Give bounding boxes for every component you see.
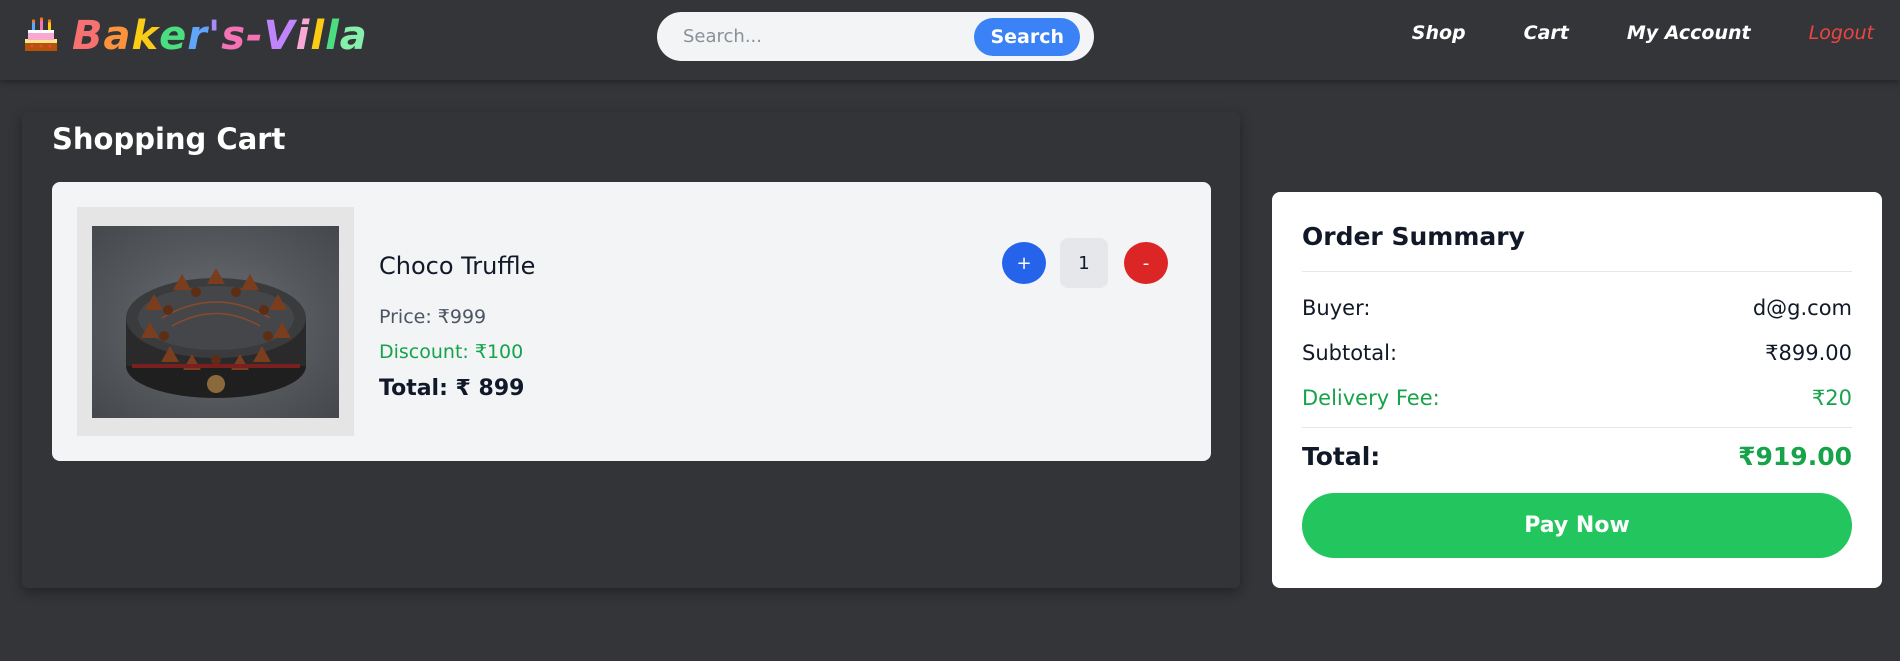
brand-letter: e <box>159 13 188 59</box>
summary-divider <box>1302 271 1852 272</box>
cart-item: Choco Truffle Price: ₹999 Discount: ₹100… <box>52 182 1211 461</box>
item-discount: Discount: ₹100 <box>379 341 524 363</box>
summary-row-subtotal: Subtotal: ₹899.00 <box>1302 341 1852 365</box>
brand-letter: ' <box>207 13 222 59</box>
item-name: Choco Truffle <box>379 252 536 280</box>
nav-link-shop[interactable]: Shop <box>1412 22 1466 44</box>
summary-divider <box>1302 427 1852 428</box>
subtotal-value: ₹899.00 <box>1765 341 1852 365</box>
brand-letter: B <box>72 13 104 59</box>
nav-link-logout[interactable]: Logout <box>1809 22 1874 44</box>
brand-letter: - <box>246 13 264 59</box>
total-label: Total: <box>1302 442 1381 471</box>
quantity-value: 1 <box>1060 238 1108 288</box>
summary-row-total: Total: ₹919.00 <box>1302 442 1852 471</box>
chocolate-cake-image <box>126 268 306 398</box>
nav-link-cart[interactable]: Cart <box>1524 22 1569 44</box>
summary-row-delivery: Delivery Fee: ₹20 <box>1302 386 1852 410</box>
item-price: Price: ₹999 <box>379 306 487 328</box>
decrease-quantity-button[interactable]: - <box>1124 242 1168 284</box>
brand-letter: a <box>103 13 132 59</box>
item-image <box>92 226 339 418</box>
brand-letter: i <box>295 13 311 59</box>
summary-row-buyer: Buyer: d@g.com <box>1302 296 1852 320</box>
brand-name: Baker's-Villa <box>72 14 368 58</box>
delivery-label: Delivery Fee: <box>1302 386 1440 410</box>
item-image-frame <box>77 207 354 436</box>
search-input[interactable] <box>681 15 975 58</box>
brand-letter: l <box>325 13 340 59</box>
nav-link-account[interactable]: My Account <box>1627 22 1751 44</box>
top-navbar: Baker's-Villa Search Shop Cart My Accoun… <box>0 0 1900 80</box>
search-button[interactable]: Search <box>974 17 1080 56</box>
brand-letter: l <box>310 13 326 59</box>
total-value: ₹919.00 <box>1738 442 1852 471</box>
order-summary: Order Summary Buyer: d@g.com Subtotal: ₹… <box>1272 192 1882 588</box>
brand-letter: V <box>263 13 296 59</box>
brand-letter: k <box>131 13 160 59</box>
item-total: Total: ₹ 899 <box>379 376 525 401</box>
buyer-label: Buyer: <box>1302 296 1371 320</box>
search-bar: Search <box>657 12 1094 61</box>
subtotal-label: Subtotal: <box>1302 341 1398 365</box>
page-title: Shopping Cart <box>52 122 286 156</box>
buyer-value: d@g.com <box>1752 296 1852 320</box>
cake-icon <box>25 17 57 51</box>
nav-links: Shop Cart My Account Logout <box>1354 22 1874 44</box>
brand-letter: s <box>221 13 247 59</box>
brand-logo[interactable]: Baker's-Villa <box>20 14 368 58</box>
increase-quantity-button[interactable]: + <box>1002 242 1046 284</box>
brand-letter: r <box>187 13 208 59</box>
brand-letter: a <box>339 13 368 59</box>
summary-title: Order Summary <box>1302 222 1525 251</box>
delivery-value: ₹20 <box>1811 386 1852 410</box>
pay-now-button[interactable]: Pay Now <box>1302 493 1852 558</box>
